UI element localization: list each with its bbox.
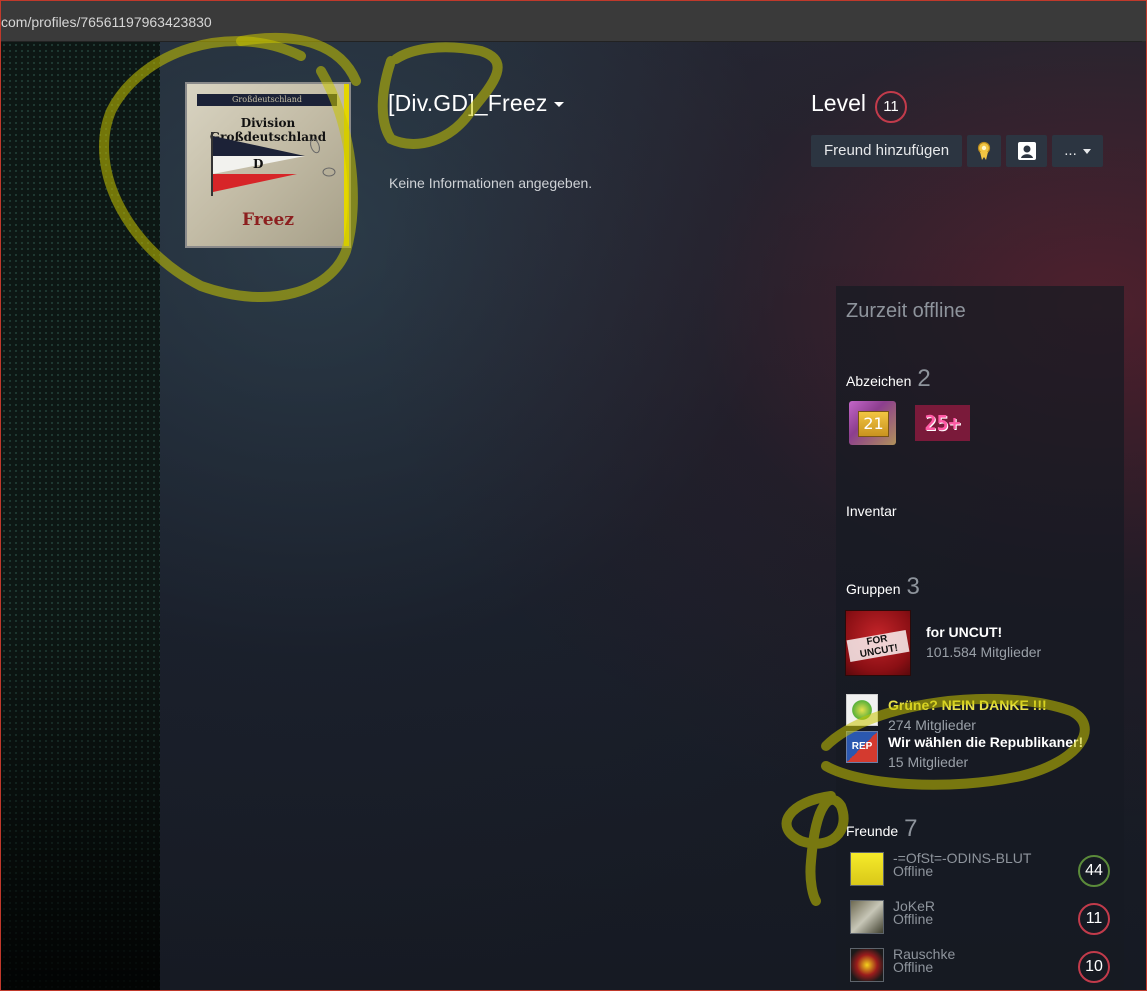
page-background-fade — [1, 42, 160, 990]
friend-level-badge: 10 — [1078, 951, 1110, 983]
group-avatar-text: FOR UNCUT! — [846, 629, 910, 663]
group-avatar-republikaner[interactable]: REP — [846, 731, 878, 763]
svg-text:D: D — [253, 157, 263, 171]
years-of-service-badge-icon[interactable]: 21 — [849, 401, 896, 445]
friend-avatar[interactable] — [850, 900, 884, 934]
friend-avatar[interactable] — [850, 948, 884, 982]
profile-avatar[interactable]: Großdeutschland Division Großdeutschland… — [185, 82, 351, 248]
friends-count: 7 — [904, 815, 918, 842]
group-name-gruene[interactable]: Grüne? NEIN DANKE !!! — [888, 697, 1047, 713]
game-collector-badge-icon[interactable]: 25+ — [915, 405, 970, 441]
online-status: Zurzeit offline — [846, 300, 966, 322]
friends-section-link[interactable]: Freunde 7 — [846, 815, 918, 843]
browser-window: com/profiles/76561197963423830 Großdeuts… — [0, 0, 1147, 991]
url-text[interactable]: com/profiles/76561197963423830 — [1, 14, 212, 30]
group-members: 101.584 Mitglieder — [926, 644, 1042, 660]
more-label: ... — [1064, 142, 1077, 159]
groups-section-link[interactable]: Gruppen 3 — [846, 573, 920, 601]
friend-status: Offline — [893, 863, 934, 879]
groups-count: 3 — [906, 573, 920, 600]
group-members: 15 Mitglieder — [888, 754, 969, 770]
group-name-for-uncut[interactable]: for UNCUT! — [926, 624, 1002, 640]
chevron-down-icon — [553, 102, 564, 108]
friend-avatar[interactable] — [850, 852, 884, 886]
person-card-icon — [1017, 142, 1036, 160]
badges-section-link[interactable]: Abzeichen 2 — [846, 365, 931, 393]
inventory-link[interactable]: Inventar — [846, 503, 897, 519]
friends-title: Freunde — [846, 823, 899, 839]
add-friend-button[interactable]: Freund hinzufügen — [811, 135, 962, 167]
friend-status: Offline — [893, 911, 934, 927]
profile-summary: Keine Informationen angegeben. — [389, 175, 593, 191]
level-badge[interactable]: 11 — [875, 91, 907, 123]
friend-status: Offline — [893, 959, 934, 975]
view-profile-button[interactable] — [1006, 135, 1047, 167]
badge-label: 21 — [858, 411, 889, 437]
address-bar[interactable]: com/profiles/76561197963423830 — [1, 1, 1146, 42]
friend-level-badge: 44 — [1078, 855, 1110, 887]
more-options-button[interactable]: ... — [1052, 135, 1103, 167]
friend-level-badge: 11 — [1078, 903, 1110, 935]
group-members: 274 Mitglieder — [888, 717, 976, 733]
group-avatar-gruene[interactable] — [846, 694, 878, 726]
award-ribbon-icon — [977, 141, 991, 160]
level-label: Level — [811, 90, 866, 116]
chevron-down-icon — [1082, 148, 1091, 154]
badges-title: Abzeichen — [846, 373, 912, 389]
avatar-name-text: Freez — [241, 210, 294, 230]
badges-count: 2 — [917, 365, 931, 392]
award-button[interactable] — [967, 135, 1001, 167]
persona-name: [Div.GD]_Freez — [388, 90, 548, 116]
group-avatar-for-uncut[interactable]: FOR UNCUT! — [846, 611, 910, 675]
groups-title: Gruppen — [846, 581, 901, 597]
avatar-yellow-edge — [344, 84, 349, 246]
persona-name-dropdown[interactable]: [Div.GD]_Freez — [388, 90, 564, 117]
group-name-republikaner[interactable]: Wir wählen die Republikaner! — [888, 734, 1083, 750]
